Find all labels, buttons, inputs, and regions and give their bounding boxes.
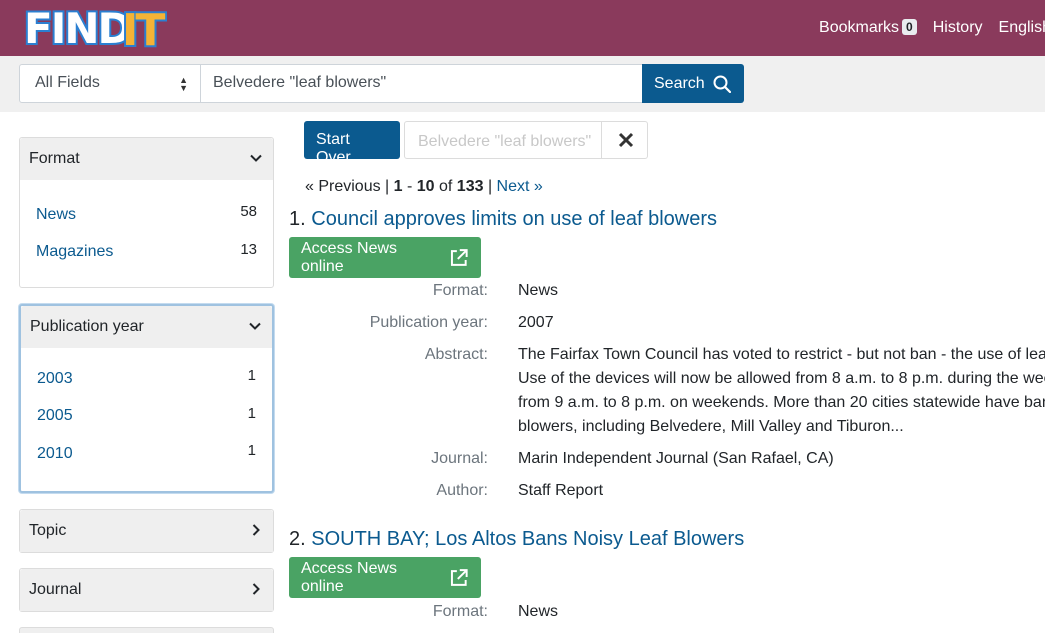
- facet-topic: Topic: [19, 509, 274, 553]
- facet-item: News 58: [36, 196, 257, 234]
- remove-constraint-button[interactable]: [601, 122, 649, 158]
- field-label-abstract: Abstract:: [424, 346, 488, 363]
- facet-publication-year-title: Publication year: [30, 318, 144, 335]
- query-constraint: Belvedere "leaf blowers": [404, 121, 648, 159]
- next-page-link[interactable]: Next »: [497, 178, 543, 195]
- facet-topic-title: Topic: [29, 522, 67, 539]
- access-online-label: Access News online: [301, 239, 398, 275]
- search-bar: All Fields ▲ ▼ Belvedere "leaf blowers" S…: [0, 56, 1045, 112]
- result-title-link[interactable]: Council approves limits on use of leaf b…: [311, 208, 717, 230]
- facet-format-list: News 58 Magazines 13: [20, 180, 273, 271]
- abstract-line: The Fairfax Town Council has voted to re…: [518, 346, 1045, 363]
- field-value-abstract: The Fairfax Town Council has voted to re…: [518, 343, 1045, 439]
- facet-item-news[interactable]: News: [36, 206, 76, 224]
- facet-journal-title: Journal: [29, 581, 82, 598]
- external-link-icon: [451, 248, 469, 266]
- field-value-journal: Marin Independent Journal (San Rafael, C…: [518, 450, 834, 467]
- facet-count: 1: [247, 404, 256, 422]
- top-navbar: FIND IT Bookmarks0 History English: [0, 0, 1045, 56]
- facet-journal: Journal: [19, 568, 274, 612]
- field-value-author: Staff Report: [518, 482, 604, 499]
- facet-publication-year-header[interactable]: Publication year: [21, 306, 272, 348]
- svg-text:FIND: FIND: [24, 5, 130, 49]
- facet-format-title: Format: [29, 150, 80, 167]
- facet-format: Format News 58 Magazines 13: [19, 137, 274, 288]
- access-online-button[interactable]: Access News online: [289, 237, 481, 278]
- abstract-line: from 9 a.m. to 8 p.m. on weekends. More …: [518, 394, 1045, 411]
- range-of: of: [434, 178, 457, 195]
- facet-count: 1: [247, 442, 256, 460]
- facet-item-magazines[interactable]: Magazines: [36, 243, 113, 261]
- search-field-select[interactable]: All Fields ▲ ▼: [19, 64, 201, 103]
- facet-count: 58: [240, 203, 257, 221]
- pager-sep: |: [380, 178, 394, 195]
- facet-topic-header[interactable]: Topic: [20, 510, 273, 552]
- chevron-down-icon: [249, 322, 261, 330]
- result-title: 2. SOUTH BAY; Los Altos Bans Noisy Leaf …: [289, 528, 744, 551]
- facet-item: Magazines 13: [36, 234, 257, 272]
- top-nav-links: Bookmarks0 History English: [819, 0, 1045, 56]
- field-label-publication-year: Publication year:: [369, 314, 488, 331]
- search-field-selected: All Fields: [35, 74, 100, 91]
- facet-item-2003[interactable]: 2003: [37, 370, 73, 388]
- chevron-right-icon: [252, 583, 260, 595]
- facet-count: 13: [240, 240, 257, 258]
- result-title-link[interactable]: SOUTH BAY; Los Altos Bans Noisy Leaf Blo…: [311, 528, 744, 550]
- facet-publication-year: Publication year 2003 1 2005 1 2010 1: [19, 304, 274, 493]
- facet-item-2005[interactable]: 2005: [37, 407, 73, 425]
- search-icon: [713, 75, 731, 93]
- facet-item: 2005 1: [37, 398, 256, 436]
- pager-sep: |: [483, 178, 497, 195]
- result-title: 1. Council approves limits on use of lea…: [289, 208, 717, 231]
- nav-history[interactable]: History: [933, 19, 983, 37]
- start-over-button[interactable]: Start Over: [304, 121, 400, 166]
- svg-text:IT: IT: [122, 5, 165, 49]
- close-icon: [618, 132, 633, 148]
- result-number: 1.: [289, 208, 306, 230]
- field-value-format: News: [518, 603, 559, 620]
- search-button[interactable]: Search: [642, 64, 744, 103]
- bookmarks-count-badge: 0: [902, 19, 917, 35]
- chevron-down-icon: [250, 154, 262, 162]
- range-dash: -: [402, 178, 417, 195]
- results-total: 133: [456, 178, 484, 195]
- logo-graphic: FIND IT: [22, 5, 167, 49]
- findit-logo[interactable]: FIND IT: [22, 4, 167, 50]
- facet-count: 1: [247, 367, 256, 385]
- external-link-icon: [451, 568, 469, 586]
- facet-item: 2003 1: [37, 360, 256, 398]
- facet-next-collapsed[interactable]: [19, 627, 274, 633]
- nav-bookmarks-label: Bookmarks: [819, 19, 900, 36]
- access-online-button[interactable]: Access News online: [289, 557, 481, 598]
- facet-journal-header[interactable]: Journal: [20, 569, 273, 611]
- nav-bookmarks[interactable]: Bookmarks 0: [819, 19, 917, 37]
- range-start: 1: [393, 178, 403, 195]
- facet-publication-year-list: 2003 1 2005 1 2010 1: [21, 348, 272, 473]
- facet-item-2010[interactable]: 2010: [37, 445, 73, 463]
- select-arrows-icon: ▲ ▼: [179, 75, 188, 93]
- field-label-format: Format:: [432, 603, 488, 620]
- chevron-right-icon: [252, 524, 260, 536]
- search-input[interactable]: Belvedere "leaf blowers": [200, 64, 643, 103]
- field-value-publication-year: 2007: [518, 314, 554, 331]
- abstract-line: Use of the devices will now be allowed f…: [518, 370, 1045, 387]
- result-number: 2.: [289, 528, 306, 550]
- abstract-line: blowers, including Belvedere, Mill Valle…: [518, 418, 904, 435]
- access-online-label: Access News online: [301, 559, 398, 595]
- pagination: « Previous | 1 - 10 of 133 | Next »: [305, 178, 543, 196]
- constraint-value: Belvedere "leaf blowers": [418, 133, 592, 150]
- search-button-label: Search: [654, 74, 705, 92]
- previous-page: « Previous: [305, 178, 381, 195]
- facet-item: 2010 1: [37, 435, 256, 473]
- nav-language[interactable]: English: [999, 19, 1045, 37]
- field-label-journal: Journal:: [431, 450, 488, 467]
- field-label-format: Format:: [432, 282, 488, 299]
- facet-format-header[interactable]: Format: [20, 138, 273, 180]
- field-label-author: Author:: [436, 482, 488, 499]
- field-value-format: News: [518, 282, 559, 299]
- range-end: 10: [416, 178, 435, 195]
